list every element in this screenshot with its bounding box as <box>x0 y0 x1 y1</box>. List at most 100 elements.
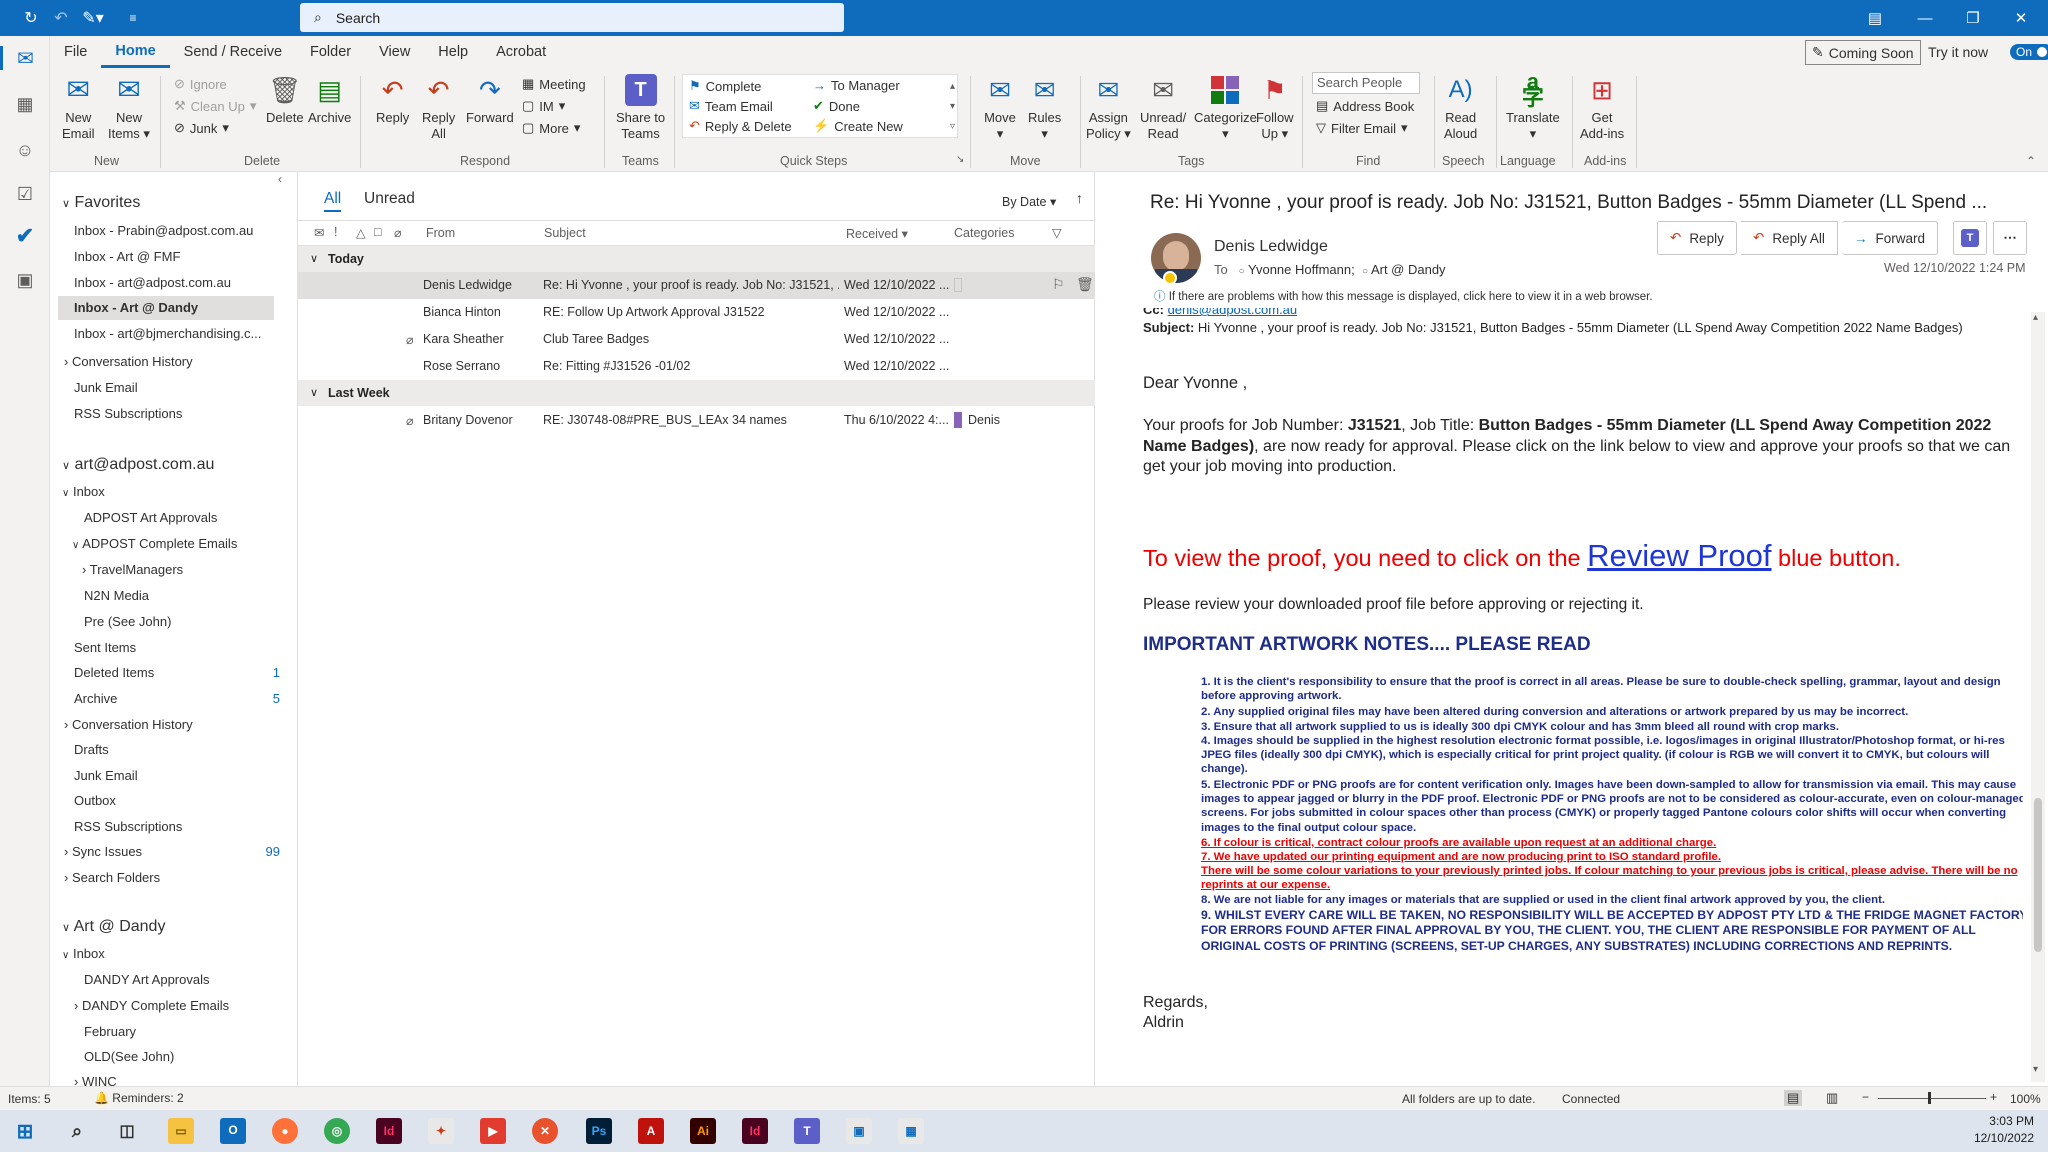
new-items-button[interactable]: ✉ New Items ▾ <box>108 74 150 142</box>
clean-up-button[interactable]: ⚒ Clean Up ▾ <box>174 98 256 114</box>
folder-deleted[interactable]: Deleted Items 1 <box>74 665 294 680</box>
meeting-button[interactable]: ▦ Meeting <box>522 76 586 92</box>
qs-reply-delete[interactable]: ↶ Reply & Delete <box>689 118 792 134</box>
filter-all-tab[interactable]: All <box>324 190 342 212</box>
attachment-column-icon[interactable]: ⌀ <box>394 225 402 240</box>
collapse-pane-icon[interactable]: ‹ <box>278 172 282 186</box>
tab-help[interactable]: Help <box>424 36 482 68</box>
folder-outbox[interactable]: Outbox <box>74 793 116 808</box>
follow-up-button[interactable]: ⚑ Follow Up ▾ <box>1256 74 1294 142</box>
fav-item[interactable]: Inbox - Prabin@adpost.com.au <box>74 223 253 238</box>
reply-all-button-reading[interactable]: ↶ Reply All <box>1741 221 1838 255</box>
qs-create-new[interactable]: ⚡ Create New <box>813 118 903 134</box>
sort-direction-icon[interactable]: ↑ <box>1076 190 1083 206</box>
zoom-slider[interactable] <box>1878 1098 1986 1099</box>
calendar-icon[interactable]: ▦ <box>13 92 37 116</box>
indesign-icon-2[interactable]: Id <box>742 1118 768 1144</box>
zoom-level[interactable]: 100% <box>2010 1092 2041 1106</box>
fav-item-selected[interactable]: Inbox - Art @ Dandy <box>74 300 198 315</box>
normal-view-icon[interactable]: ▤ <box>1784 1090 1803 1106</box>
folder-travel[interactable]: › TravelManagers <box>82 562 183 577</box>
app-icon-2[interactable]: ▶ <box>480 1118 506 1144</box>
indesign-icon[interactable]: Id <box>376 1118 402 1144</box>
fav-item[interactable]: Inbox - Art @ FMF <box>74 249 180 264</box>
zoom-in-icon[interactable]: + <box>1990 1090 1997 1104</box>
search-taskbar-icon[interactable]: ⌕ <box>64 1118 90 1144</box>
undo-icon[interactable]: ↶ <box>48 6 74 30</box>
restore-button[interactable]: ❐ <box>1950 0 1996 36</box>
folder-drafts[interactable]: Drafts <box>74 742 109 757</box>
folder-inbox[interactable]: ∨ Inbox <box>62 484 105 499</box>
im-button[interactable]: ▢ IM ▾ <box>522 98 565 114</box>
recipient-2[interactable]: Art @ Dandy <box>1371 262 1446 277</box>
windows-start-icon[interactable]: ⊞ <box>12 1118 38 1144</box>
folder-n2n[interactable]: N2N Media <box>84 588 149 603</box>
get-addins-button[interactable]: ⊞ Get Add-ins <box>1580 74 1624 142</box>
folder-archive[interactable]: Archive 5 <box>74 691 294 706</box>
address-book-button[interactable]: ▤ Address Book <box>1316 98 1414 114</box>
people-icon[interactable]: ☺ <box>13 138 37 162</box>
table-row[interactable]: Bianca Hinton RE: Follow Up Artwork Appr… <box>298 299 1095 326</box>
app-icon-4[interactable]: ▣ <box>846 1118 872 1144</box>
flag-column-icon[interactable]: ▽ <box>1052 225 1062 240</box>
folder-winc[interactable]: › WINC <box>74 1074 117 1086</box>
group-header-today[interactable]: ∨ Today <box>298 246 1095 272</box>
app-icon-3[interactable]: ✕ <box>532 1118 558 1144</box>
sender-name[interactable]: Denis Ledwidge <box>1214 238 1328 256</box>
account-header-2[interactable]: ∨ Art @ Dandy <box>62 918 165 936</box>
mail-icon[interactable]: ✉ <box>0 46 48 70</box>
sort-dropdown[interactable]: By Date ▾ <box>1002 194 1056 209</box>
delete-row-icon[interactable]: 🗑 <box>1076 276 1094 293</box>
app-icon-5[interactable]: ▦ <box>898 1118 924 1144</box>
close-button[interactable]: ✕ <box>1998 0 2044 36</box>
reply-button-reading[interactable]: ↶ Reply <box>1657 221 1737 255</box>
folder-search-folders[interactable]: › Search Folders <box>64 870 160 885</box>
minimize-button[interactable]: — <box>1902 0 1948 36</box>
folder-sent[interactable]: Sent Items <box>74 640 136 655</box>
apps-icon[interactable]: ▣ <box>13 268 37 292</box>
reminders-status[interactable]: 🔔 Reminders: 2 <box>94 1091 184 1105</box>
customize-toolbar-icon[interactable]: ≡ <box>120 6 146 30</box>
new-email-button[interactable]: ✉ New Email <box>62 74 95 142</box>
collapse-ribbon-icon[interactable]: ⌃ <box>2026 154 2036 168</box>
table-row[interactable]: Denis Ledwidge Re: Hi Yvonne , your proo… <box>298 272 1095 299</box>
qs-team-email[interactable]: ✉ Team Email <box>689 98 773 114</box>
unread-read-button[interactable]: ✉ Unread/ Read <box>1140 74 1186 142</box>
col-from[interactable]: From <box>426 226 455 240</box>
illustrator-icon[interactable]: Ai <box>690 1118 716 1144</box>
app-icon-1[interactable]: ✦ <box>428 1118 454 1144</box>
document-column-icon[interactable]: □ <box>374 225 382 239</box>
junk-button[interactable]: ⊘ Junk ▾ <box>174 120 229 136</box>
folder-adpost-approvals[interactable]: ADPOST Art Approvals <box>84 510 217 525</box>
tab-folder[interactable]: Folder <box>296 36 365 68</box>
table-row[interactable]: Rose Serrano Re: Fitting #J31526 -01/02 … <box>298 353 1095 380</box>
sync-icon[interactable]: ↻ <box>18 6 44 30</box>
ribbon-display-icon[interactable]: ▤ <box>1852 0 1898 36</box>
todo-icon[interactable]: ✔ <box>13 223 37 248</box>
task-view-icon[interactable]: ◫ <box>114 1118 140 1144</box>
more-actions-icon[interactable]: ⋯ <box>1993 221 2027 255</box>
col-categories[interactable]: Categories <box>954 226 1014 240</box>
acrobat-icon[interactable]: A <box>638 1118 664 1144</box>
coming-soon-toggle[interactable]: On <box>2010 44 2048 60</box>
assign-policy-button[interactable]: ✉ Assign Policy ▾ <box>1086 74 1131 142</box>
reply-all-button[interactable]: ↶ Reply All <box>422 74 455 142</box>
scroll-up-icon[interactable]: ▴ <box>2033 312 2038 323</box>
folder-conversation-history[interactable]: › Conversation History <box>64 354 193 369</box>
translate-button[interactable]: a字 Translate ▾ <box>1506 71 1560 142</box>
reading-view-icon[interactable]: ▥ <box>1826 1090 1838 1106</box>
col-subject[interactable]: Subject <box>544 226 586 240</box>
folder-rss[interactable]: RSS Subscriptions <box>74 406 182 421</box>
folder-inbox-2[interactable]: ∨ Inbox <box>62 946 105 961</box>
zoom-slider-thumb[interactable] <box>1928 1092 1931 1104</box>
forward-button[interactable]: ↷ Forward <box>466 74 514 126</box>
search-box[interactable]: ⌕ Search <box>300 3 844 32</box>
review-proof-link[interactable]: Review Proof <box>1587 538 1771 573</box>
folder-junk[interactable]: Junk Email <box>74 380 138 395</box>
folder-adpost-complete[interactable]: ∨ ADPOST Complete Emails <box>72 536 237 551</box>
fav-item[interactable]: Inbox - art@bjmerchandising.c... <box>74 326 261 341</box>
folder-dandy-approvals[interactable]: DANDY Art Approvals <box>84 972 209 987</box>
chrome-icon[interactable]: ◎ <box>324 1118 350 1144</box>
move-button[interactable]: ✉ Move ▾ <box>984 74 1016 142</box>
qs-done[interactable]: ✔ Done <box>813 98 860 114</box>
